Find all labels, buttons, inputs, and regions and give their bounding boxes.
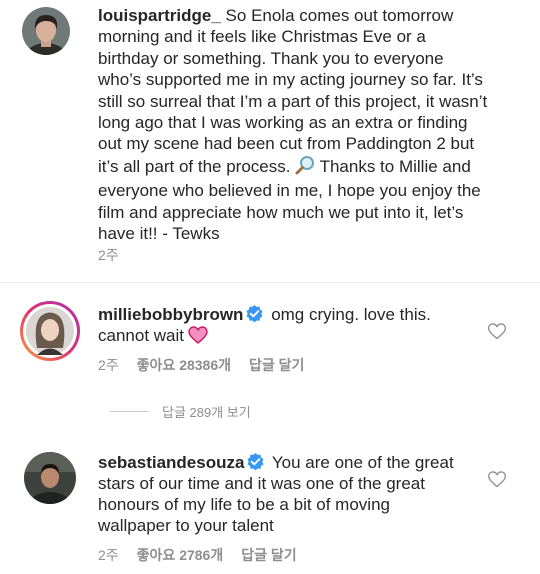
comment-item: sebastiandesouza You are one of the grea… — [0, 442, 540, 574]
profile-photo — [22, 7, 70, 55]
view-replies-button[interactable]: 답글 289개 보기 — [110, 402, 251, 421]
profile-photo — [24, 452, 76, 504]
caption-body: So Enola comes out tomorrow morning and … — [98, 6, 488, 176]
view-replies-label: 답글 289개 보기 — [162, 405, 251, 420]
comment-timestamp: 2주 — [98, 547, 119, 563]
like-count-button[interactable]: 좋아요 2786개 — [137, 545, 224, 565]
reply-button[interactable]: 답글 달기 — [249, 355, 304, 375]
comment-meta: 2주 좋아요 2786개 답글 달기 — [98, 545, 297, 565]
comment-meta: 2주 좋아요 28386개 답글 달기 — [98, 355, 304, 375]
avatar[interactable] — [22, 7, 70, 55]
story-ring-avatar — [20, 301, 80, 361]
avatar[interactable] — [19, 300, 81, 362]
comment-username[interactable]: sebastiandesouza — [98, 453, 244, 472]
reply-button[interactable]: 답글 달기 — [241, 545, 296, 565]
view-replies-line — [110, 411, 148, 412]
comment-timestamp: 2주 — [98, 357, 119, 373]
avatar[interactable] — [24, 452, 76, 504]
comment-text: sebastiandesouza You are one of the grea… — [98, 452, 466, 536]
pink-heart-icon — [188, 326, 208, 344]
caption-text: louispartridge_ So Enola comes out tomor… — [98, 5, 490, 244]
comment-item: milliebobbybrown omg crying. love this. … — [0, 296, 540, 386]
verified-badge-icon — [245, 304, 264, 323]
caption-timestamp: 2주 — [98, 247, 119, 263]
verified-badge-icon — [246, 452, 265, 471]
like-heart-icon[interactable] — [487, 469, 507, 489]
comments-page: louispartridge_ So Enola comes out tomor… — [0, 0, 540, 574]
caption-username[interactable]: louispartridge_ — [98, 6, 221, 25]
like-heart-icon[interactable] — [487, 321, 507, 341]
like-count-button[interactable]: 좋아요 28386개 — [137, 355, 231, 375]
comment-username[interactable]: milliebobbybrown — [98, 305, 243, 324]
magnifying-glass-icon — [295, 155, 315, 180]
post-caption: louispartridge_ So Enola comes out tomor… — [0, 0, 540, 282]
comment-text: milliebobbybrown omg crying. love this. … — [98, 304, 466, 346]
divider — [0, 282, 540, 283]
